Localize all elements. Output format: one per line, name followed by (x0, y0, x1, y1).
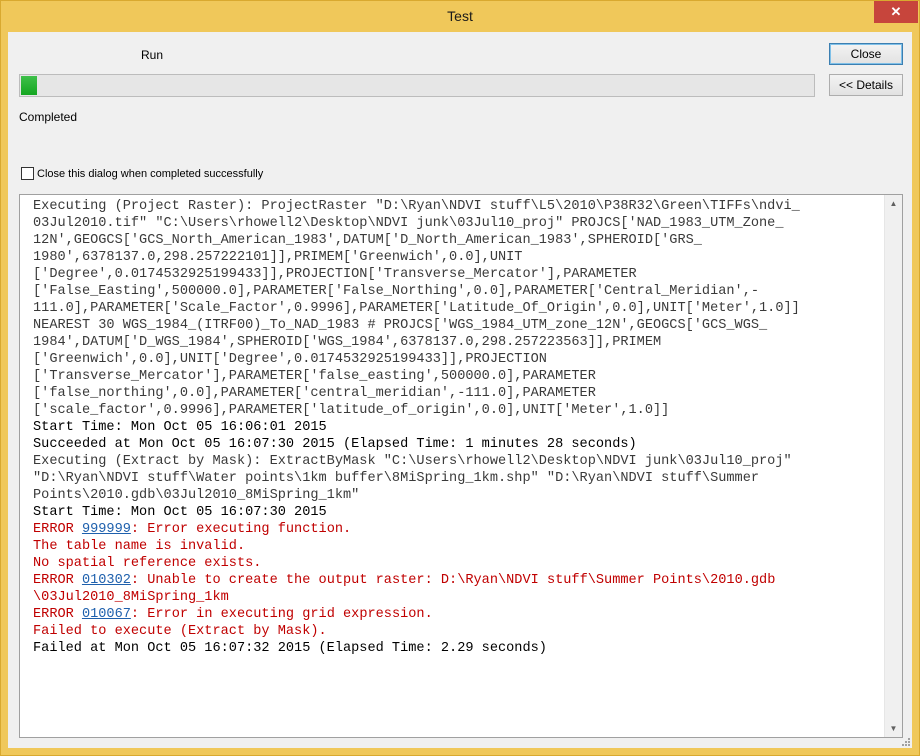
scroll-up-icon[interactable]: ▲ (885, 195, 902, 212)
error-code-link[interactable]: 999999 (82, 522, 131, 537)
log-line: Start Time: Mon Oct 05 16:07:30 2015 (33, 505, 327, 520)
log-line: 1984',DATUM['D_WGS_1984',SPHEROID['WGS_1… (33, 335, 662, 350)
log-line: Executing (Extract by Mask): ExtractByMa… (33, 454, 792, 469)
progress-fill (21, 76, 37, 95)
log-line: ['scale_factor',0.9996],PARAMETER['latit… (33, 403, 670, 418)
close-button[interactable]: Close (829, 43, 903, 65)
log-text: Executing (Project Raster): ProjectRaste… (33, 198, 883, 657)
dialog-body: Run Completed Close << Details Close thi… (8, 32, 912, 748)
close-on-complete-option[interactable]: Close this dialog when completed success… (21, 167, 263, 180)
error-message: : Error executing function. (130, 522, 352, 537)
message-log[interactable]: Executing (Project Raster): ProjectRaste… (19, 194, 903, 738)
error-prefix: ERROR (33, 522, 82, 537)
log-line: \03Jul2010_8MiSpring_1km (33, 590, 229, 605)
log-line: ['false_northing',0.0],PARAMETER['centra… (33, 386, 596, 401)
log-line: "D:\Ryan\NDVI stuff\Water points\1km buf… (33, 471, 760, 486)
error-prefix: ERROR (33, 573, 82, 588)
status-text: Completed (19, 110, 78, 124)
dialog-window: Test ✕ Run Completed Close << Details Cl… (0, 0, 920, 756)
close-icon[interactable]: ✕ (874, 1, 918, 23)
window-title: Test (447, 8, 473, 24)
log-line: 12N',GEOGCS['GCS_North_American_1983',DA… (33, 233, 702, 248)
details-button[interactable]: << Details (829, 74, 903, 96)
log-line: ERROR 010067: Error in executing grid ex… (33, 606, 883, 623)
error-prefix: ERROR (33, 607, 82, 622)
title-bar[interactable]: Test ✕ (1, 1, 919, 31)
log-line: ERROR 010302: Unable to create the outpu… (33, 572, 883, 589)
log-line: ERROR 999999: Error executing function. (33, 521, 883, 538)
resize-grip-icon[interactable] (900, 736, 910, 746)
log-line: Executing (Project Raster): ProjectRaste… (33, 199, 800, 214)
error-code-link[interactable]: 010302 (82, 573, 131, 588)
log-line: Succeeded at Mon Oct 05 16:07:30 2015 (E… (33, 437, 637, 452)
log-line: 1980',6378137.0,298.257222101]],PRIMEM['… (33, 250, 523, 265)
log-line: ['False_Easting',500000.0],PARAMETER['Fa… (33, 284, 760, 299)
progress-bar (19, 74, 815, 97)
error-message: : Unable to create the output raster: D:… (130, 573, 776, 588)
log-line: 03Jul2010.tif" "C:\Users\rhowell2\Deskto… (33, 216, 784, 231)
log-line: Points\2010.gdb\03Jul2010_8MiSpring_1km" (33, 488, 360, 503)
log-line: ['Transverse_Mercator'],PARAMETER['false… (33, 369, 596, 384)
log-line: Failed to execute (Extract by Mask). (33, 624, 327, 639)
close-on-complete-checkbox[interactable] (21, 167, 34, 180)
scroll-down-icon[interactable]: ▼ (885, 720, 902, 737)
log-line: No spatial reference exists. (33, 556, 262, 571)
log-line: Failed at Mon Oct 05 16:07:32 2015 (Elap… (33, 641, 547, 656)
error-message: : Error in executing grid expression. (130, 607, 433, 622)
log-line: NEAREST 30 WGS_1984_(ITRF00)_To_NAD_1983… (33, 318, 768, 333)
log-line: ['Greenwich',0.0],UNIT['Degree',0.017453… (33, 352, 547, 367)
log-line: 111.0],PARAMETER['Scale_Factor',0.9996],… (33, 301, 800, 316)
log-line: ['Degree',0.0174532925199433]],PROJECTIO… (33, 267, 637, 282)
log-line: The table name is invalid. (33, 539, 246, 554)
step-label: Run (141, 48, 164, 62)
log-scrollbar[interactable]: ▲ ▼ (884, 195, 902, 737)
close-on-complete-label[interactable]: Close this dialog when completed success… (37, 168, 263, 180)
error-code-link[interactable]: 010067 (82, 607, 131, 622)
log-line: Start Time: Mon Oct 05 16:06:01 2015 (33, 420, 327, 435)
